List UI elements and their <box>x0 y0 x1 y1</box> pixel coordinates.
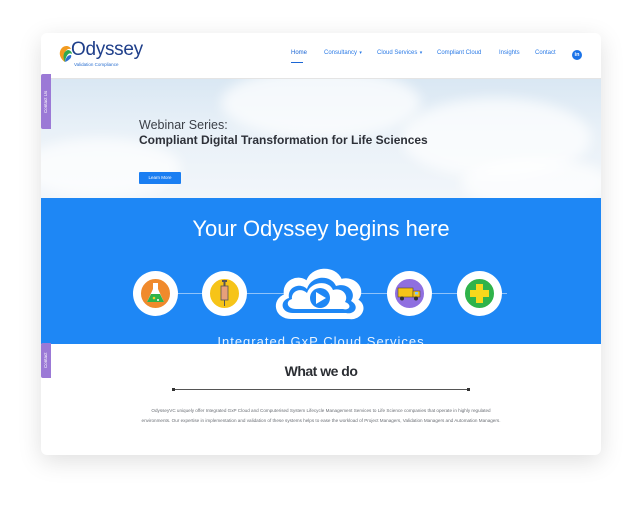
syringe-icon[interactable] <box>202 271 247 316</box>
plus-glyph <box>470 284 489 303</box>
syringe-glyph <box>220 280 229 306</box>
cloud-decoration <box>41 138 181 198</box>
chevron-down-icon: ▾ <box>418 50 423 56</box>
band-subtitle: Integrated GxP Cloud Services <box>217 334 425 344</box>
nav-compliant-cloud-label: Compliant Cloud <box>437 50 482 56</box>
nav-insights-label: Insights <box>499 50 520 56</box>
nav-home[interactable]: Home <box>291 50 308 63</box>
nav-consultancy[interactable]: Consultancy ▾ <box>324 50 362 56</box>
nav-cloud-services-label: Cloud Services <box>377 50 418 56</box>
nav-active-underline <box>291 62 303 63</box>
contact-tab[interactable]: Contact <box>41 343 51 378</box>
flask-glyph <box>147 283 164 302</box>
truck-icon[interactable] <box>387 271 432 316</box>
logo-tagline: Validation Compliance <box>74 62 119 67</box>
logo-name: Odyssey <box>71 39 143 60</box>
contact-us-tab[interactable]: Contact Us <box>41 74 51 129</box>
nav-home-label: Home <box>291 50 308 56</box>
site-header: Odyssey Validation Compliance Home Consu… <box>41 33 601 79</box>
what-we-do-title: What we do <box>284 363 358 379</box>
nav-compliant-cloud[interactable]: Compliant Cloud <box>437 50 481 56</box>
odyssey-logo[interactable]: Odyssey Validation Compliance <box>57 39 157 71</box>
divider-dot <box>467 388 470 391</box>
play-cloud-icon[interactable] <box>269 262 369 324</box>
hero-title: Compliant Digital Transformation for Lif… <box>139 133 428 147</box>
cloud-decoration <box>221 78 421 138</box>
page-card: Odyssey Validation Compliance Home Consu… <box>41 33 601 455</box>
hero-kicker: Webinar Series: <box>139 118 228 132</box>
nav-cloud-services[interactable]: Cloud Services ▾ <box>377 50 422 56</box>
band-title: Your Odyssey begins here <box>192 216 450 241</box>
hero-banner: Webinar Series: Compliant Digital Transf… <box>41 78 601 198</box>
plus-icon[interactable] <box>457 271 502 316</box>
truck-glyph <box>397 287 421 301</box>
what-we-do-text: OdysseyVC uniquely offer Integrated GxP … <box>141 408 501 423</box>
nav-contact[interactable]: Contact <box>535 50 556 56</box>
divider-dot <box>172 388 175 391</box>
section-divider <box>172 389 470 390</box>
lab-flask-icon[interactable] <box>133 271 178 316</box>
chevron-down-icon: ▾ <box>358 50 362 56</box>
nav-insights[interactable]: Insights <box>499 50 520 56</box>
nav-consultancy-label: Consultancy <box>324 50 358 56</box>
nav-contact-label: Contact <box>535 50 556 56</box>
learn-more-button[interactable]: Learn More <box>139 172 181 184</box>
odyssey-band: Your Odyssey begins here Integrated GxP … <box>41 198 601 344</box>
linkedin-icon[interactable]: in <box>572 50 582 60</box>
